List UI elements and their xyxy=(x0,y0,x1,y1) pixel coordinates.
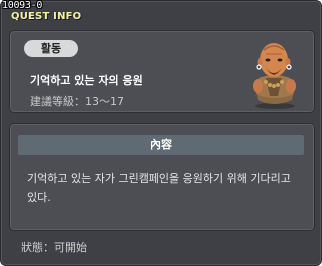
quest-status-label: 狀態 xyxy=(21,241,43,254)
quest-status-value: 可開始 xyxy=(54,241,87,254)
recommended-level: 建議等級：13～17 xyxy=(30,95,124,108)
quest-category-badge: 활동 xyxy=(24,40,78,57)
npc-portrait-icon xyxy=(253,43,296,109)
recommended-level-range: 13～17 xyxy=(85,95,124,108)
quest-id: 10093-0 xyxy=(2,0,43,11)
quest-info-window: QUEST INFO 활동 기억하고 있는 자의 응원 建議等級：13～17 內… xyxy=(0,0,322,266)
window-title: QUEST INFO xyxy=(11,11,82,22)
quest-name: 기억하고 있는 자의 응원 xyxy=(30,74,143,87)
quest-description: 기억하고 있는 자가 그린캠페인을 응원하기 위해 기다리고 있다. xyxy=(27,172,295,204)
quest-details-panel: 內容 기억하고 있는 자가 그린캠페인을 응원하기 위해 기다리고 있다. xyxy=(9,123,315,231)
recommended-level-label: 建議等級 xyxy=(30,95,74,108)
quest-status: 狀態：可開始 xyxy=(21,241,87,254)
quest-summary-panel: 활동 기억하고 있는 자의 응원 建議等級：13～17 xyxy=(9,30,315,113)
details-header: 內容 xyxy=(18,135,304,155)
